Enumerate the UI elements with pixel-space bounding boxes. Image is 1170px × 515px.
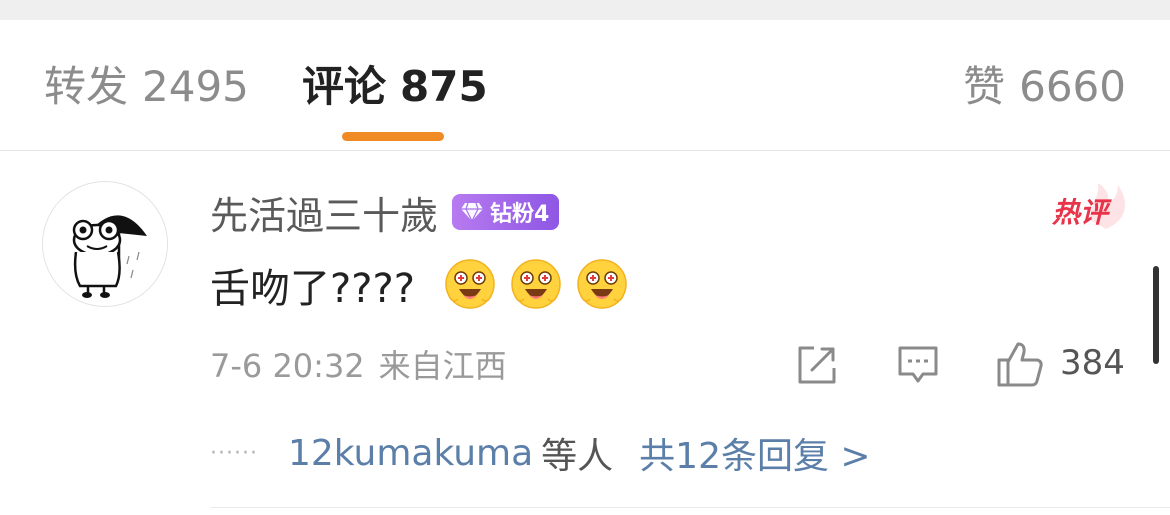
hot-comment-label: 热评 xyxy=(1052,196,1109,229)
tab-likes-label: 赞 xyxy=(963,62,1006,111)
replies-summary[interactable]: ······ 12kumakuma 等人 共12条回复 > xyxy=(210,425,871,481)
comment-location: 来自江西 xyxy=(378,347,507,385)
tab-comments-label: 评论 xyxy=(302,62,387,111)
username-row: 先活過三十歲 钻粉4 xyxy=(210,185,560,240)
username[interactable]: 先活過三十歲 xyxy=(210,185,438,240)
tab-bar: 转发 2495 评论 875 赞 6660 xyxy=(0,20,1170,151)
fan-badge-label: 钻粉4 xyxy=(490,202,550,227)
tab-likes[interactable]: 赞 6660 xyxy=(963,60,1126,114)
comment-icon[interactable] xyxy=(897,344,939,386)
tab-likes-count: 6660 xyxy=(1019,62,1126,111)
active-tab-indicator xyxy=(342,132,444,141)
drooling-face-emoji-icon xyxy=(577,259,627,309)
scrollbar[interactable] xyxy=(1153,266,1159,364)
tab-comments[interactable]: 评论 875 xyxy=(302,60,488,114)
share-icon[interactable] xyxy=(796,344,838,386)
view-replies-link[interactable]: 共12条回复 > xyxy=(639,427,870,479)
thumbs-up-icon[interactable] xyxy=(996,340,1044,388)
replies-dots: ······ xyxy=(210,440,258,466)
tab-forward[interactable]: 转发 2495 xyxy=(44,60,249,114)
drooling-face-emoji-icon xyxy=(511,259,561,309)
status-bar-strip xyxy=(0,0,1170,20)
tab-comments-count: 875 xyxy=(400,62,488,111)
comment-text: 舌吻了???? xyxy=(210,266,415,312)
avatar[interactable] xyxy=(42,181,168,307)
comment-item: 先活過三十歲 钻粉4 热评 舌吻了???? 7-6 20:32 来自江西 384… xyxy=(0,151,1170,515)
reply-etc-label: 等人 xyxy=(541,436,614,477)
tab-forward-count: 2495 xyxy=(142,62,249,111)
reply-username[interactable]: 12kumakuma xyxy=(288,433,533,474)
fan-badge[interactable]: 钻粉4 xyxy=(452,194,560,230)
diamond-icon xyxy=(461,202,484,222)
divider xyxy=(210,507,1170,508)
hot-comment-badge: 热评 xyxy=(1048,181,1132,231)
comment-time: 7-6 20:32 xyxy=(210,347,365,385)
like-count: 384 xyxy=(1060,343,1125,383)
comment-body: 舌吻了???? xyxy=(210,255,629,315)
comment-meta: 7-6 20:32 来自江西 xyxy=(210,341,507,387)
drooling-face-emoji-icon xyxy=(445,259,495,309)
frog-umbrella-avatar-icon xyxy=(72,215,147,298)
tab-forward-label: 转发 xyxy=(44,62,129,111)
